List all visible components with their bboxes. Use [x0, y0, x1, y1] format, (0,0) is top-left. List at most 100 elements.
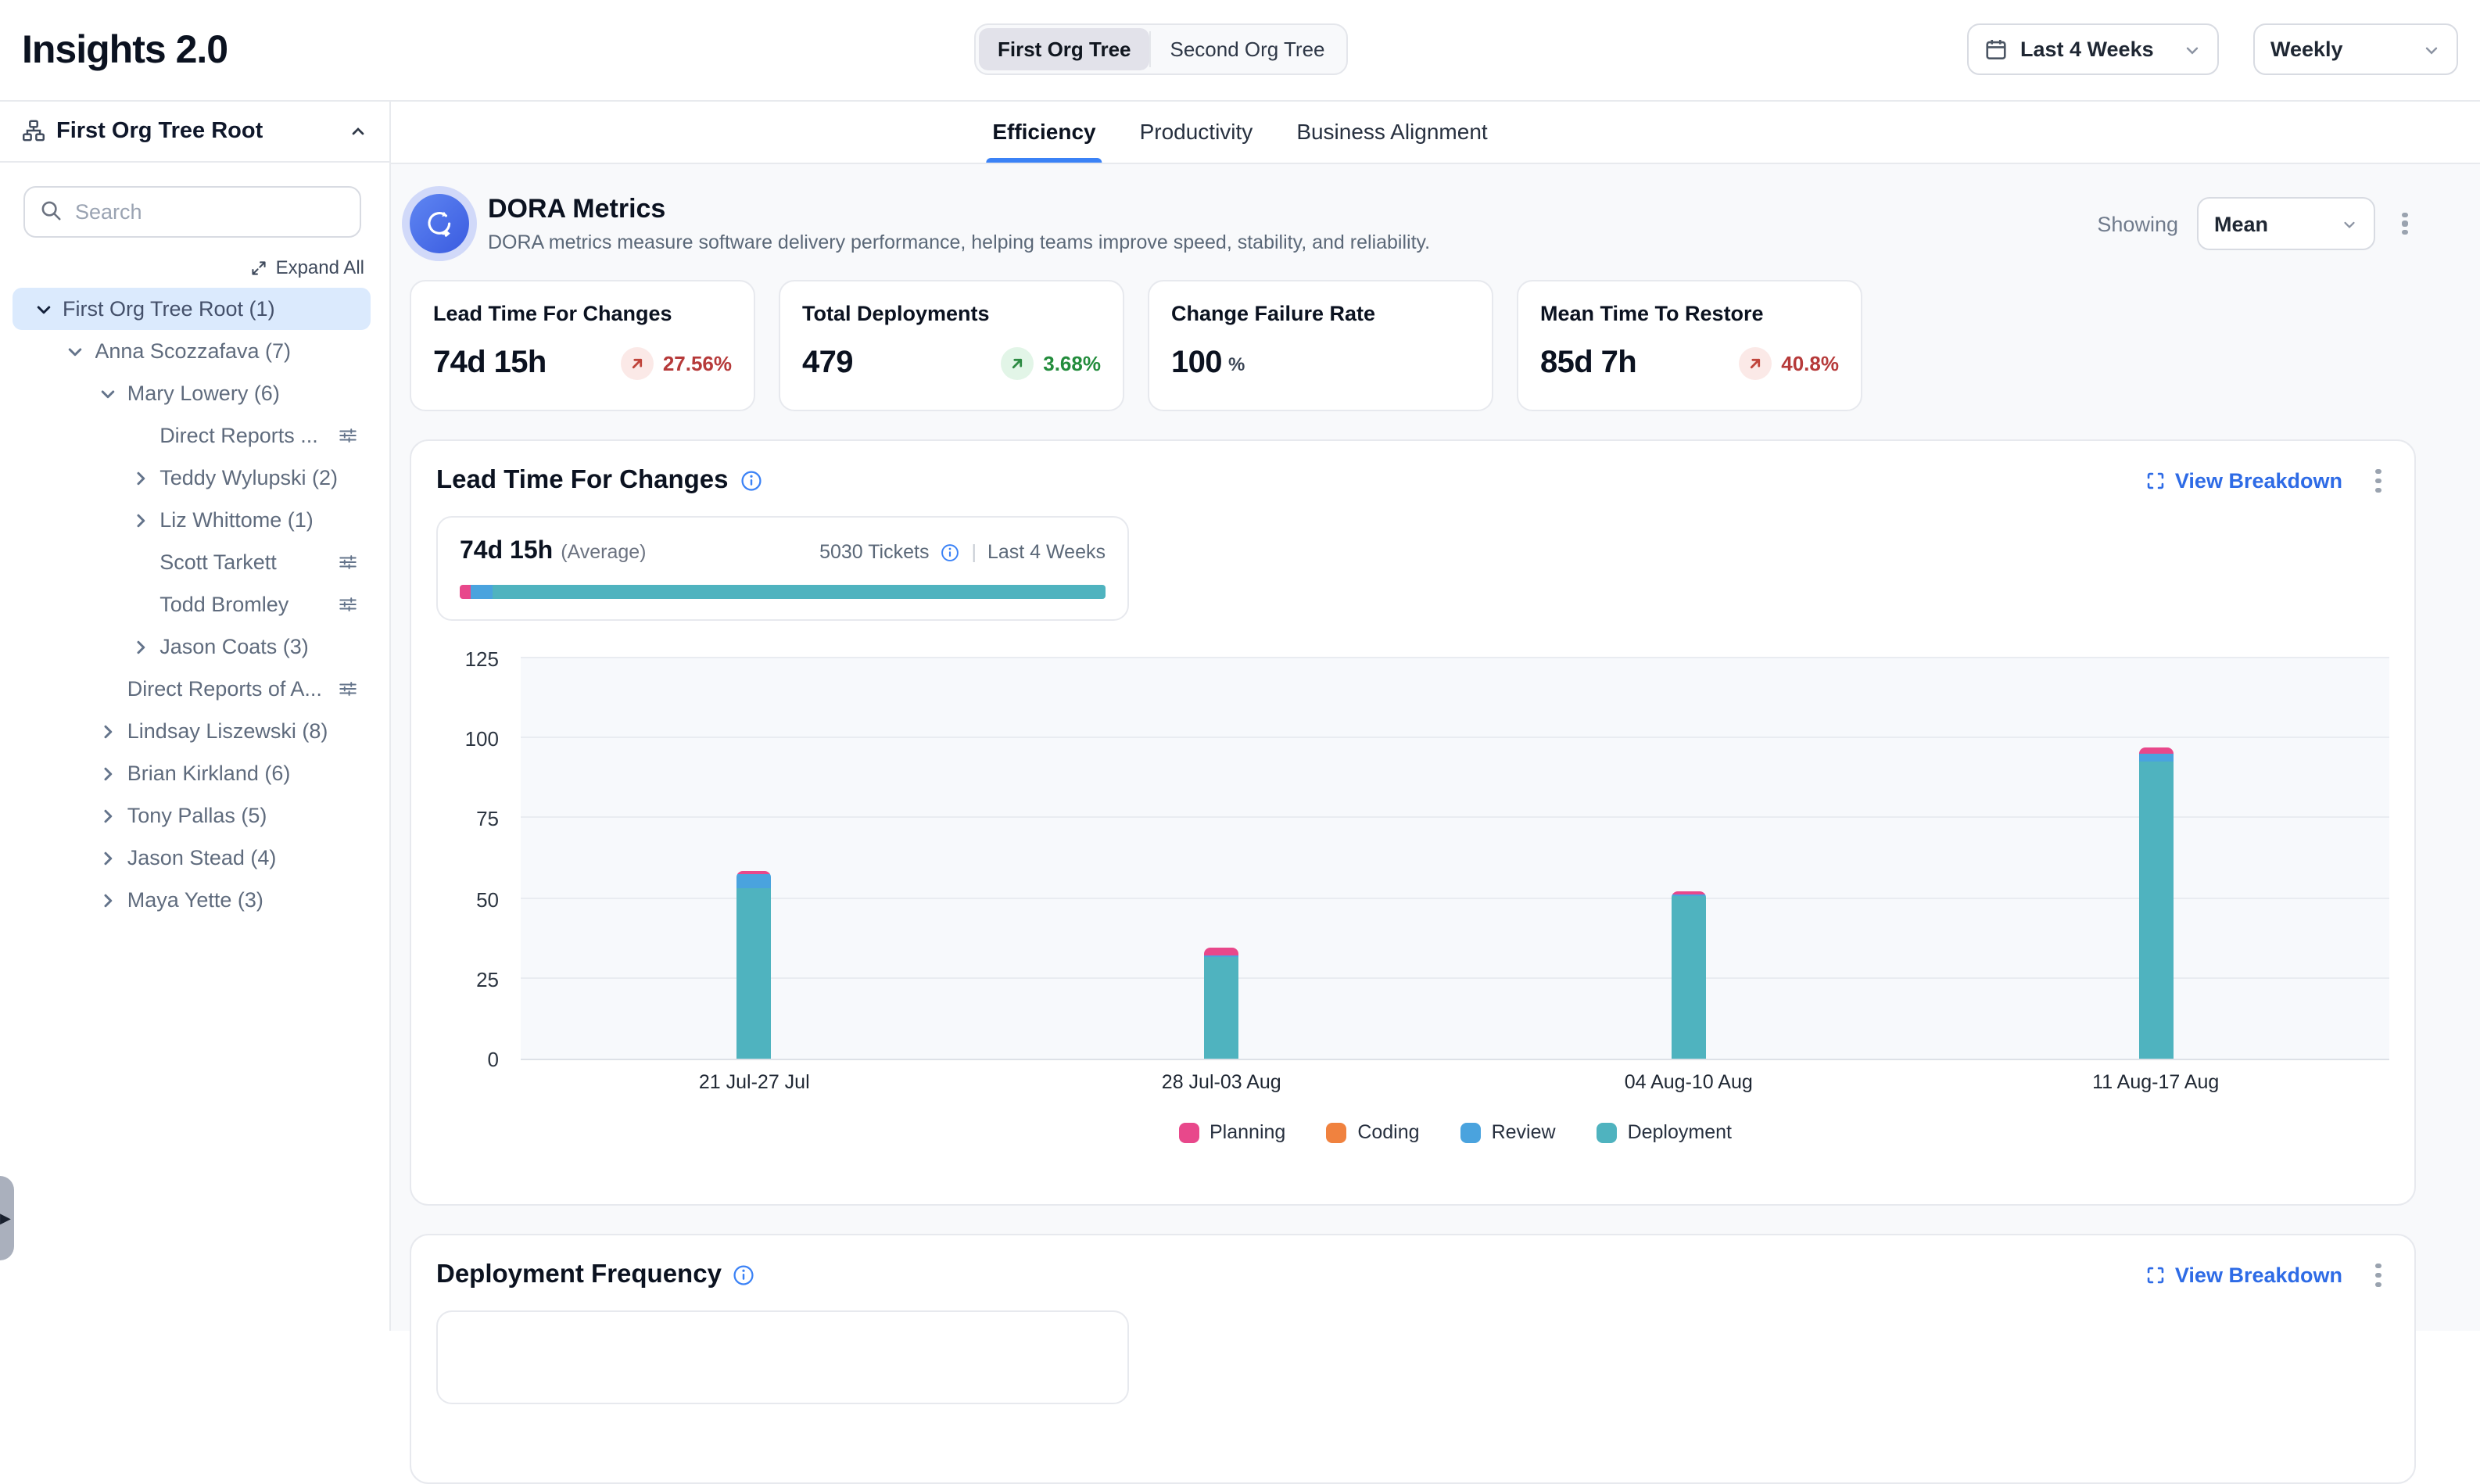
chevron-right-icon[interactable] [98, 721, 118, 741]
tree-item[interactable]: First Org Tree Root (1) [13, 288, 371, 330]
tab-productivity[interactable]: Productivity [1140, 100, 1253, 163]
chevron-down-icon[interactable] [98, 383, 118, 403]
stacked-bar-21-Jul-27-Jul[interactable] [737, 872, 772, 1059]
divider: | [971, 541, 977, 563]
tree-item-label: Brian Kirkland (6) [127, 762, 291, 785]
summary-qualifier: (Average) [561, 541, 646, 563]
legend-item-review[interactable]: Review [1460, 1121, 1556, 1143]
legend-swatch [1597, 1122, 1617, 1142]
legend-label: Planning [1210, 1121, 1285, 1143]
tree-item[interactable]: Direct Reports ... [13, 414, 371, 457]
chevron-right-icon[interactable] [98, 848, 118, 868]
metric-value: 100 [1171, 346, 1222, 382]
app-window: Insights 2.0 First Org TreeSecond Org Tr… [0, 0, 2480, 1331]
tree-item[interactable]: Scott Tarkett [13, 541, 371, 583]
trend-badge: 27.56% [621, 347, 732, 380]
granularity-select[interactable]: Weekly [2253, 23, 2458, 75]
info-icon[interactable] [740, 469, 763, 493]
showing-select[interactable]: Mean [2197, 197, 2375, 250]
legend-item-planning[interactable]: Planning [1178, 1121, 1285, 1143]
showing-value: Mean [2214, 212, 2268, 235]
chevron-down-icon [2341, 215, 2358, 232]
stacked-bar-28-Jul-03-Aug[interactable] [1204, 948, 1238, 1059]
org-tree-toggle: First Org TreeSecond Org Tree [974, 23, 1349, 75]
chevron-down-icon[interactable] [33, 299, 53, 319]
search-icon [39, 199, 63, 222]
org-toggle-first-org-tree[interactable]: First Org Tree [979, 28, 1150, 70]
tree-item[interactable]: Todd Bromley [13, 583, 371, 626]
filter-sliders-icon[interactable] [338, 679, 358, 699]
tree-item-label: Todd Bromley [159, 593, 288, 616]
legend-item-coding[interactable]: Coding [1326, 1121, 1419, 1143]
org-toggle-second-org-tree[interactable]: Second Org Tree [1152, 28, 1344, 70]
tree-item[interactable]: Liz Whittome (1) [13, 499, 371, 541]
tree-chevron-spacer [130, 425, 150, 446]
x-axis-category-label: 28 Jul-03 Aug [1162, 1071, 1281, 1093]
chevron-right-icon[interactable] [98, 890, 118, 910]
tree-item[interactable]: Jason Coats (3) [13, 626, 371, 668]
sidebar: First Org Tree Root Expand All First Org… [0, 100, 391, 1331]
deployment-frequency-summary-card [436, 1310, 1129, 1404]
tabs: Efficiency Productivity Business Alignment [992, 100, 1487, 163]
main-area: Efficiency Productivity Business Alignment… [391, 100, 2480, 1331]
lead-time-title: Lead Time For Changes [436, 466, 729, 496]
chevron-right-icon[interactable] [130, 510, 150, 530]
deployment-frequency-card: Deployment Frequency View B [410, 1234, 2416, 1484]
legend-swatch [1178, 1122, 1199, 1142]
filter-sliders-icon[interactable] [338, 552, 358, 572]
filter-sliders-icon[interactable] [338, 425, 358, 446]
gridline [521, 897, 2389, 898]
breakdown-expand-icon [2145, 1265, 2166, 1285]
sidebar-search [23, 186, 361, 238]
tree-item[interactable]: Teddy Wylupski (2) [13, 457, 371, 499]
chevron-right-icon[interactable] [98, 763, 118, 783]
deployment-frequency-kebab-menu[interactable] [2367, 1260, 2389, 1289]
y-axis-tick-label: 50 [436, 887, 499, 911]
date-range-value: Last 4 Weeks [2020, 38, 2154, 61]
y-axis-tick-label: 0 [436, 1048, 499, 1071]
tree-chevron-spacer [98, 679, 118, 699]
sidebar-expand-handle[interactable]: ▶ [0, 1176, 14, 1260]
expand-all-button[interactable]: Expand All [0, 256, 364, 278]
tree-item[interactable]: Brian Kirkland (6) [13, 752, 371, 794]
summary-tickets: 5030 Tickets [819, 541, 929, 563]
lead-time-title-group: Lead Time For Changes [436, 466, 763, 496]
tab-efficiency[interactable]: Efficiency [992, 100, 1095, 163]
lead-time-card: Lead Time For Changes View [410, 439, 2416, 1206]
tree-item[interactable]: Mary Lowery (6) [13, 372, 371, 414]
chevron-down-icon[interactable] [65, 341, 85, 361]
lead-time-kebab-menu[interactable] [2367, 466, 2389, 495]
tree-item-label: Jason Stead (4) [127, 846, 277, 869]
deployment-frequency-header: Deployment Frequency View B [436, 1260, 2389, 1290]
metric-card-change-failure-rate: Change Failure Rate100% [1148, 280, 1493, 411]
tree-item[interactable]: Lindsay Liszewski (8) [13, 710, 371, 752]
dora-controls: Showing Mean [2097, 197, 2416, 250]
dora-kebab-menu[interactable] [2394, 209, 2416, 238]
chevron-right-icon[interactable] [98, 805, 118, 826]
stacked-bar-11-Aug-17-Aug[interactable] [2138, 748, 2173, 1059]
tree-item[interactable]: Direct Reports of A... [13, 668, 371, 710]
search-input[interactable] [23, 186, 361, 238]
filter-sliders-icon[interactable] [338, 594, 358, 615]
date-range-select[interactable]: Last 4 Weeks [1967, 23, 2219, 75]
view-breakdown-button[interactable]: View Breakdown [2145, 1264, 2342, 1287]
chevron-right-icon[interactable] [130, 468, 150, 488]
org-chart-icon [22, 119, 45, 142]
tree-item[interactable]: Jason Stead (4) [13, 837, 371, 879]
sidebar-header[interactable]: First Org Tree Root [0, 100, 389, 163]
gridline [521, 977, 2389, 979]
stacked-bar-04-Aug-10-Aug[interactable] [1672, 891, 1706, 1059]
info-icon[interactable] [940, 542, 960, 562]
trend-delta: 3.68% [1043, 352, 1101, 375]
tab-business-alignment[interactable]: Business Alignment [1296, 100, 1487, 163]
tree-item[interactable]: Maya Yette (3) [13, 879, 371, 921]
metric-title: Mean Time To Restore [1540, 302, 1839, 325]
tree-item[interactable]: Tony Pallas (5) [13, 794, 371, 837]
dora-header: DORA Metrics DORA metrics measure softwa… [410, 194, 2416, 253]
info-icon[interactable] [733, 1264, 756, 1287]
view-breakdown-button[interactable]: View Breakdown [2145, 469, 2342, 493]
chevron-right-icon[interactable] [130, 636, 150, 657]
collapse-chevron-icon[interactable] [349, 121, 367, 140]
legend-item-deployment[interactable]: Deployment [1597, 1121, 1732, 1143]
tree-item[interactable]: Anna Scozzafava (7) [13, 330, 371, 372]
